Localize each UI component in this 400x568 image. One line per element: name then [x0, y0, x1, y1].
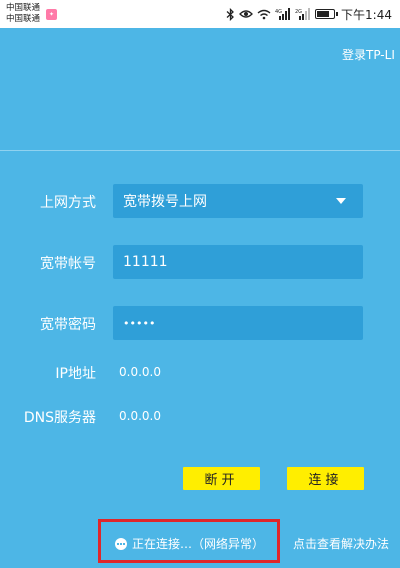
- ip-address-value: 0.0.0.0: [119, 365, 161, 379]
- view-solution-link[interactable]: 点击查看解决办法: [293, 535, 389, 552]
- dns-server-value: 0.0.0.0: [119, 409, 161, 423]
- connection-mode-value: 宽带拨号上网: [123, 194, 207, 210]
- login-tplink-link[interactable]: 登录TP-LI: [342, 46, 395, 63]
- connection-mode-label: 上网方式: [40, 195, 96, 211]
- dns-server-label: DNS服务器: [23, 410, 96, 426]
- connect-button[interactable]: 连接: [287, 467, 364, 490]
- notification-app-icon: ✦: [46, 9, 57, 20]
- eye-icon: [239, 9, 253, 19]
- wifi-icon: [257, 9, 271, 20]
- signal-2-type: 2G: [295, 9, 302, 15]
- account-label: 宽带帐号: [40, 256, 96, 272]
- connection-status-highlight: 正在连接…（网络异常）: [98, 519, 280, 563]
- header-divider: [0, 150, 400, 151]
- connection-status: 正在连接…（网络异常）: [115, 535, 264, 552]
- bluetooth-icon: [226, 7, 235, 21]
- ip-address-label: IP地址: [55, 366, 96, 382]
- connection-mode-select[interactable]: 宽带拨号上网: [113, 184, 363, 218]
- disconnect-button[interactable]: 断开: [183, 467, 260, 490]
- carrier-label-2: 中国联通: [6, 14, 41, 24]
- status-icons: 4G 2G 下午1:44: [226, 6, 392, 22]
- signal-icon-sim2: 2G: [295, 8, 311, 20]
- password-input[interactable]: •••••: [113, 306, 363, 340]
- dropdown-arrow-icon: [336, 198, 346, 204]
- status-bar: 中国联通 中国联通 ✦ 4G 2G 下午1:44: [0, 0, 400, 28]
- loading-dots-icon: [115, 537, 127, 550]
- account-value: 11111: [123, 254, 168, 270]
- battery-icon: [315, 9, 339, 19]
- clock: 下午1:44: [341, 7, 392, 22]
- header: [0, 28, 400, 150]
- password-label: 宽带密码: [40, 317, 96, 333]
- connection-status-text: 正在连接…（网络异常）: [132, 537, 265, 551]
- carrier-label-1: 中国联通: [6, 3, 41, 13]
- signal-icon-sim1: 4G: [275, 8, 291, 20]
- password-value: •••••: [123, 316, 156, 330]
- signal-1-type: 4G: [275, 9, 282, 15]
- account-input[interactable]: 11111: [113, 245, 363, 279]
